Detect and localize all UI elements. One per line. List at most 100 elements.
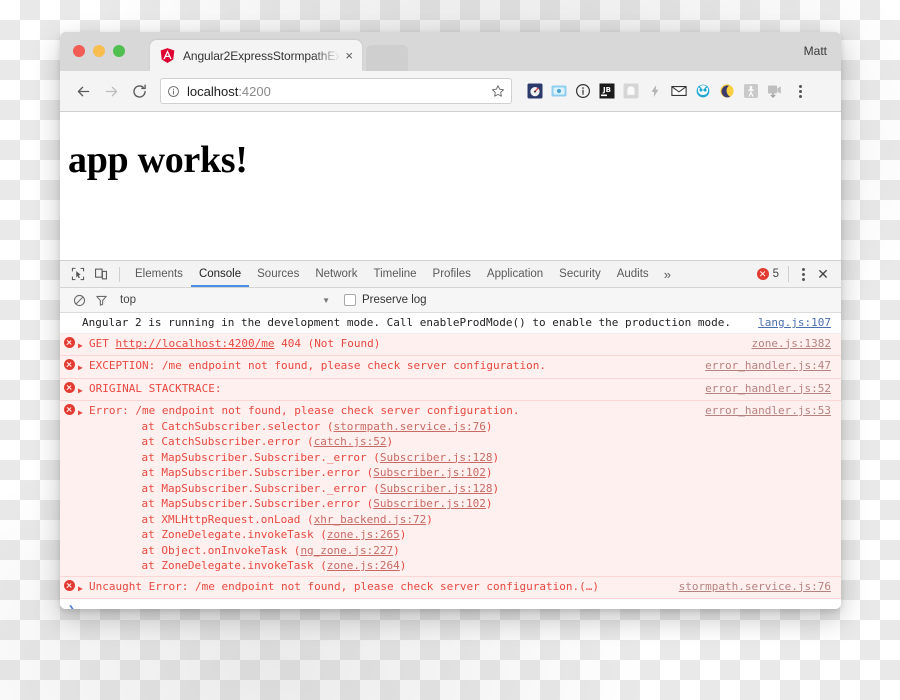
console-message-log[interactable]: Angular 2 is running in the development … <box>60 313 841 334</box>
error-count-indicator[interactable]: ✕ 5 <box>756 268 786 280</box>
console-message-source[interactable]: error_handler.js:53 <box>705 403 831 419</box>
console-message-body: Error: /me endpoint not found, please ch… <box>89 403 705 574</box>
stack-frame: at CatchSubscriber.selector (stormpath.s… <box>115 419 695 435</box>
stack-frame-location[interactable]: zone.js:265 <box>327 528 400 541</box>
stack-frame-fn: at MapSubscriber.Subscriber.error ( <box>115 466 374 479</box>
lightning-icon[interactable] <box>646 82 664 100</box>
screenshot-icon[interactable] <box>550 82 568 100</box>
tab-network[interactable]: Network <box>307 261 365 287</box>
console-message-error[interactable]: ▶ EXCEPTION: /me endpoint not found, ple… <box>60 356 841 379</box>
stack-frame-location[interactable]: xhr_backend.js:72 <box>314 513 427 526</box>
stack-frame: at ZoneDelegate.invokeTask (zone.js:265) <box>115 527 695 543</box>
tab-application[interactable]: Application <box>479 261 551 287</box>
stack-frame-end: ) <box>399 559 407 572</box>
console-message-error[interactable]: ▶ GET http://localhost:4200/me 404 (Not … <box>60 333 841 356</box>
console-message-source[interactable]: lang.js:107 <box>758 315 831 331</box>
tab-console[interactable]: Console <box>190 261 250 287</box>
reload-button[interactable] <box>126 78 152 104</box>
device-toolbar-icon[interactable] <box>89 263 112 285</box>
console-message-source[interactable]: zone.js:1382 <box>752 336 831 352</box>
stack-frame-location[interactable]: Subscriber.js:102 <box>373 497 486 510</box>
console-message-error-expanded[interactable]: ▶ Error: /me endpoint not found, please … <box>60 401 841 577</box>
expand-arrow-icon[interactable]: ▶ <box>78 403 89 421</box>
maximize-window-button[interactable] <box>113 45 125 57</box>
stack-frame-fn: at CatchSubscriber.selector ( <box>115 419 334 433</box>
console-messages[interactable]: Angular 2 is running in the development … <box>60 313 841 609</box>
console-message-suffix: 404 (Not Found) <box>274 336 381 350</box>
request-url-link[interactable]: http://localhost:4200/me <box>116 337 275 350</box>
clear-console-icon[interactable] <box>68 290 90 310</box>
inspect-element-icon[interactable] <box>66 263 89 285</box>
preserve-log-checkbox[interactable] <box>344 294 356 306</box>
expand-arrow-icon[interactable]: ▶ <box>78 358 89 376</box>
devtools-menu-icon[interactable] <box>795 267 811 281</box>
browser-tab-active[interactable]: Angular2ExpressStormpathExample × <box>150 40 362 71</box>
prompt-caret-icon: ❯ <box>68 602 76 609</box>
stack-trace: at CatchSubscriber.selector (stormpath.s… <box>89 419 695 574</box>
filter-icon[interactable] <box>90 290 112 310</box>
stack-frame: at MapSubscriber.Subscriber.error (Subsc… <box>115 496 695 512</box>
stack-frame-fn: at XMLHttpRequest.onLoad ( <box>115 512 314 526</box>
mail-icon[interactable] <box>670 82 688 100</box>
console-message-error[interactable]: ▶ Uncaught Error: /me endpoint not found… <box>60 576 841 599</box>
stack-frame: at MapSubscriber.Subscriber._error (Subs… <box>115 450 695 466</box>
console-message-source[interactable]: error_handler.js:52 <box>705 381 831 397</box>
stack-frame-location[interactable]: Subscriber.js:102 <box>373 466 486 479</box>
tab-security[interactable]: Security <box>551 261 609 287</box>
error-icon <box>64 403 78 415</box>
tab-timeline[interactable]: Timeline <box>366 261 425 287</box>
close-window-button[interactable] <box>73 45 85 57</box>
video-download-icon[interactable] <box>766 82 784 100</box>
pedestrian-icon[interactable] <box>742 82 760 100</box>
stack-frame: at ZoneDelegate.invokeTask (zone.js:264) <box>115 558 695 574</box>
devtools-toolbar-right: ✕ 5 ✕ <box>756 266 835 282</box>
ghostery-icon[interactable] <box>622 82 640 100</box>
info-icon[interactable] <box>574 82 592 100</box>
tab-audits[interactable]: Audits <box>609 261 657 287</box>
stack-frame-location[interactable]: zone.js:264 <box>327 559 400 572</box>
expand-arrow-icon[interactable]: ▶ <box>78 336 89 354</box>
stack-frame-fn: at CatchSubscriber.error ( <box>115 435 314 448</box>
address-bar[interactable]: localhost:4200 <box>160 78 512 104</box>
owl-icon[interactable] <box>694 82 712 100</box>
preserve-log-toggle[interactable]: Preserve log <box>344 294 427 306</box>
devtools-close-icon[interactable]: ✕ <box>813 267 833 281</box>
moon-icon[interactable] <box>718 82 736 100</box>
speedtest-icon[interactable] <box>526 82 544 100</box>
page-info-icon[interactable] <box>167 85 180 98</box>
stack-frame-location[interactable]: catch.js:52 <box>314 435 387 448</box>
new-tab-button[interactable] <box>366 45 408 71</box>
console-message-source[interactable]: error_handler.js:47 <box>705 358 831 374</box>
expand-arrow-icon[interactable]: ▶ <box>78 579 89 597</box>
stack-frame-location[interactable]: Subscriber.js:128 <box>380 451 493 464</box>
bookmark-star-icon[interactable] <box>491 84 505 98</box>
page-title: app works! <box>68 139 248 181</box>
profile-name[interactable]: Matt <box>804 44 827 58</box>
stack-frame-location[interactable]: stormpath.service.js:76 <box>334 420 486 433</box>
error-icon <box>64 579 78 591</box>
execution-context-label: top <box>120 294 136 306</box>
address-bar-text: localhost:4200 <box>187 84 271 99</box>
back-button[interactable] <box>70 78 96 104</box>
console-prompt[interactable]: ❯ <box>60 599 841 609</box>
stack-frame-location[interactable]: ng_zone.js:227 <box>300 544 393 557</box>
stack-frame-location[interactable]: Subscriber.js:128 <box>380 482 493 495</box>
tab-profiles[interactable]: Profiles <box>425 261 479 287</box>
tab-close-icon[interactable]: × <box>342 49 356 62</box>
console-message-body: ORIGINAL STACKTRACE: <box>89 381 705 397</box>
forward-button[interactable] <box>98 78 124 104</box>
stack-frame-end: ) <box>426 512 433 526</box>
execution-context-select[interactable]: top ▼ <box>120 294 330 306</box>
more-tabs-icon[interactable]: » <box>657 267 678 282</box>
jetbrains-icon[interactable]: JB <box>598 82 616 100</box>
minimize-window-button[interactable] <box>93 45 105 57</box>
expand-arrow-icon[interactable]: ▶ <box>78 381 89 399</box>
tab-sources[interactable]: Sources <box>249 261 307 287</box>
stack-frame: at MapSubscriber.Subscriber.error (Subsc… <box>115 465 695 481</box>
console-message-body: Uncaught Error: /me endpoint not found, … <box>89 579 679 595</box>
tab-elements[interactable]: Elements <box>127 261 191 287</box>
devtools-panel: Elements Console Sources Network Timelin… <box>60 260 841 609</box>
console-message-source[interactable]: stormpath.service.js:76 <box>679 579 831 595</box>
chrome-menu-icon[interactable] <box>792 84 808 98</box>
console-message-error[interactable]: ▶ ORIGINAL STACKTRACE: error_handler.js:… <box>60 378 841 401</box>
